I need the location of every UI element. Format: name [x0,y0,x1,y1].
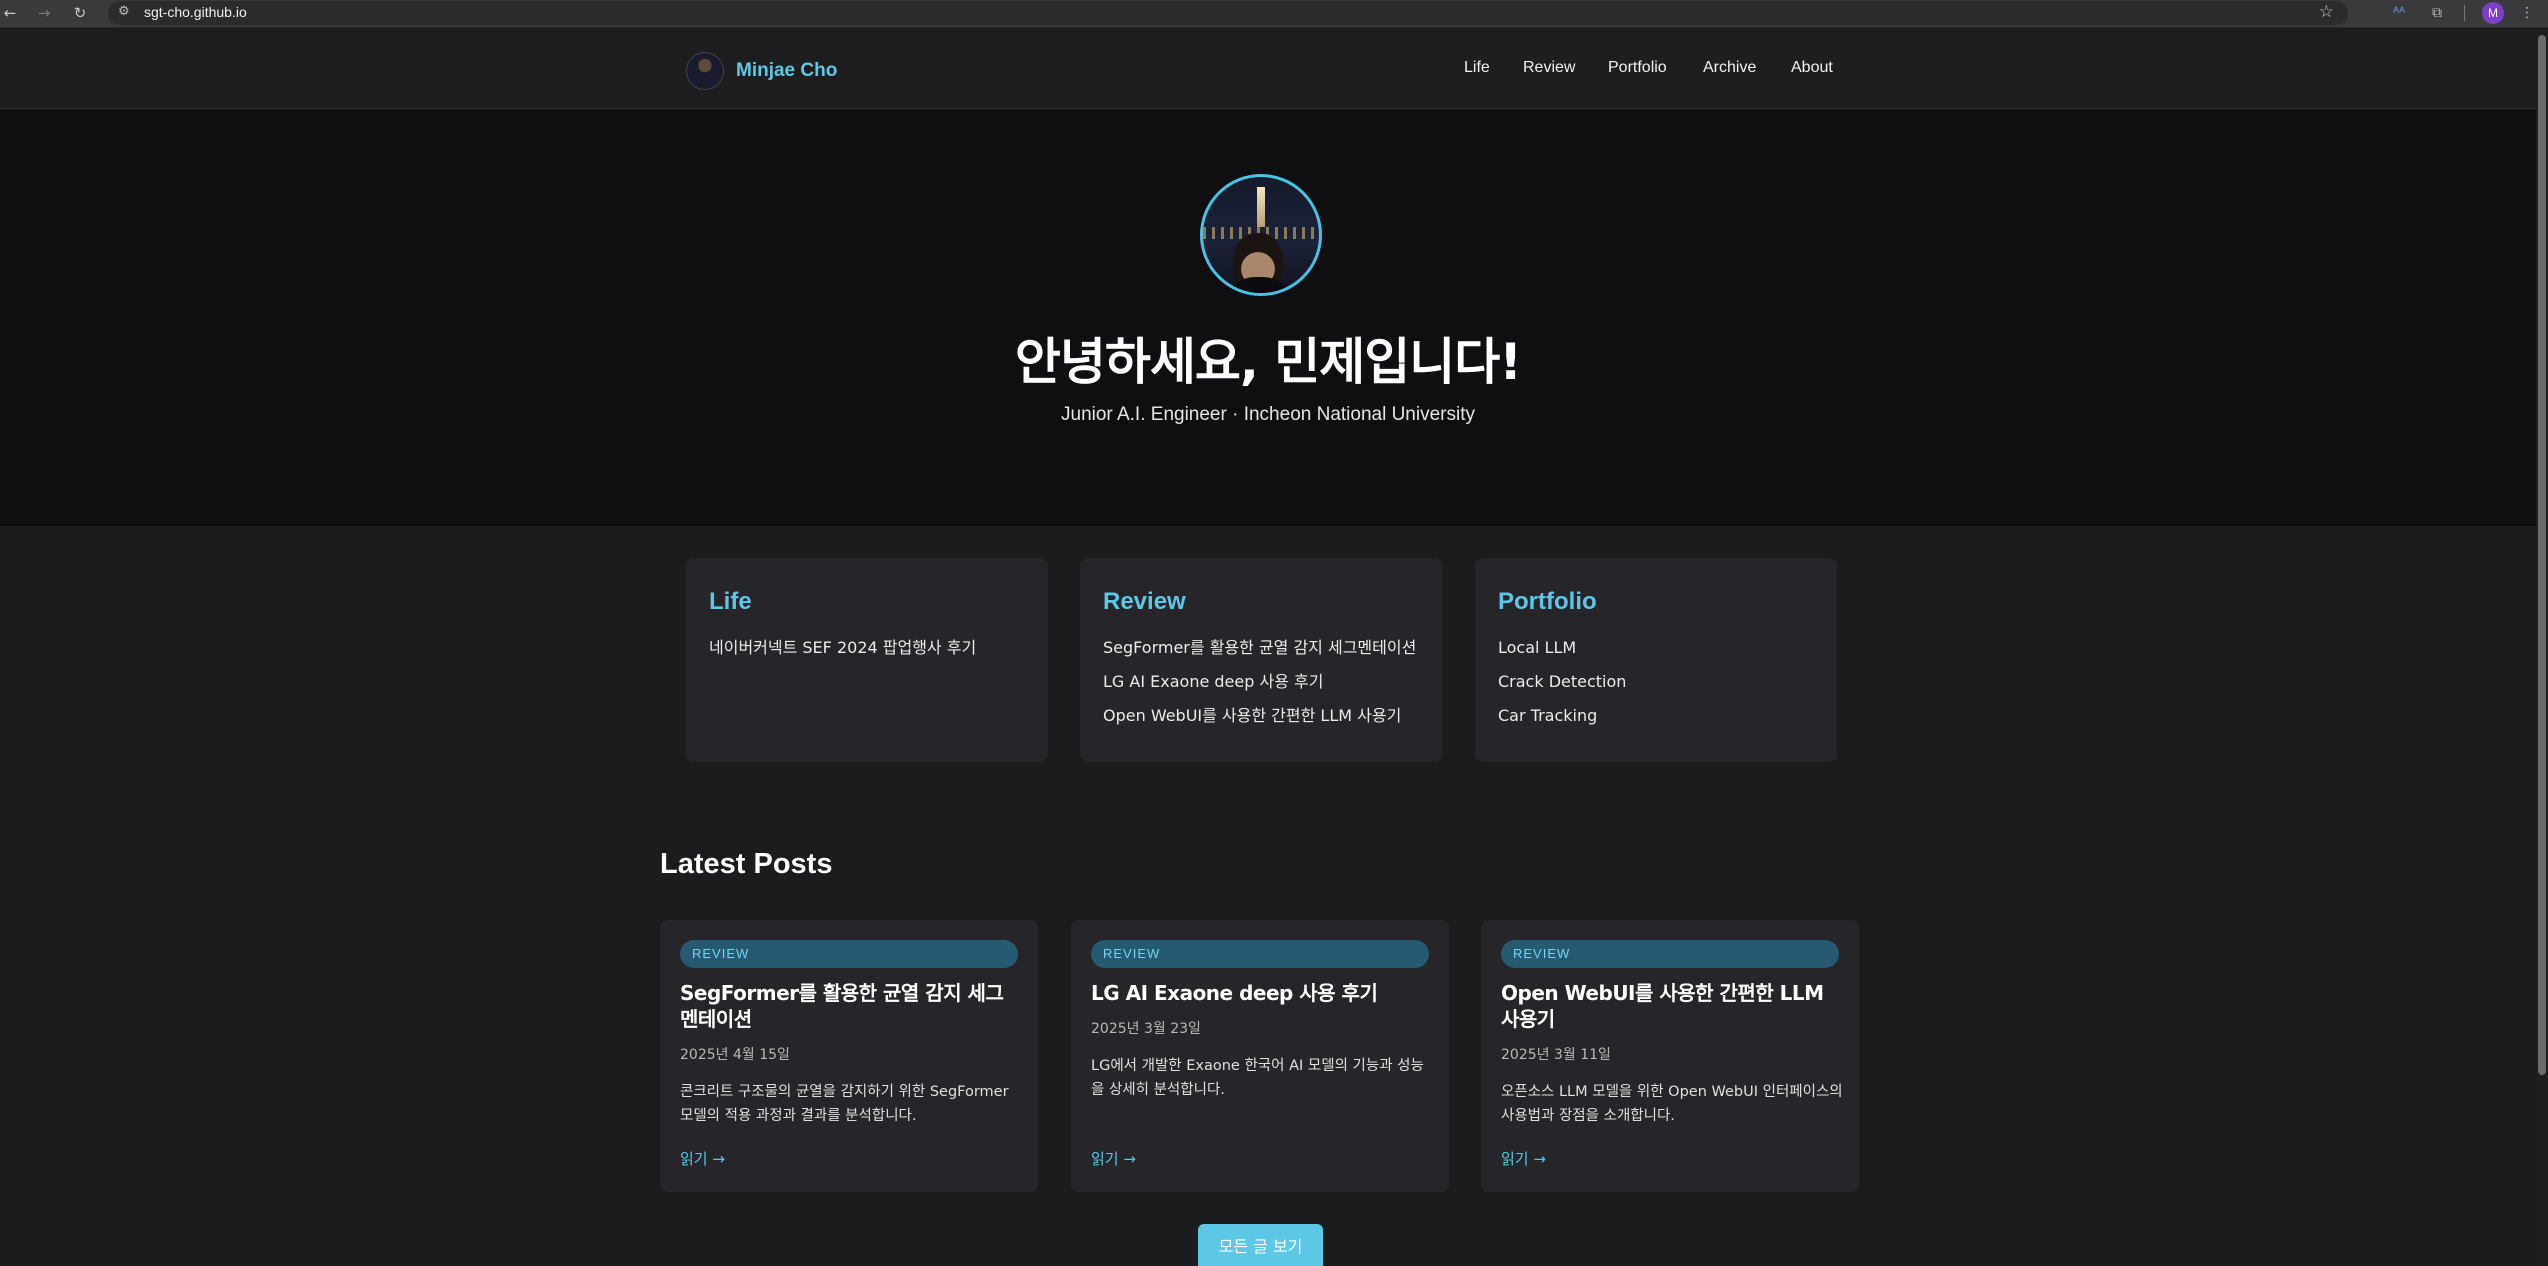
category-item[interactable]: Open WebUI를 사용한 간편한 LLM 사용기 [1103,706,1416,740]
translate-icon[interactable]: ᴬᴬ [2388,2,2410,24]
category-item[interactable]: LG AI Exaone deep 사용 후기 [1103,672,1416,706]
profile-photo [1200,174,1322,296]
hero-section: 안녕하세요, 민제입니다! Junior A.I. Engineer · Inc… [0,110,2536,526]
post-card[interactable]: REVIEW LG AI Exaone deep 사용 후기 2025년 3월 … [1071,920,1449,1192]
category-badge: REVIEW [680,940,1018,968]
hero-greeting: 안녕하세요, 민제입니다! [1014,333,1522,391]
reload-icon[interactable]: ↻ [70,3,90,23]
category-item[interactable]: SegFormer를 활용한 균열 감지 세그멘테이션 [1103,638,1416,672]
category-item[interactable]: Local LLM [1498,638,1626,672]
post-title[interactable]: SegFormer를 활용한 균열 감지 세그멘테이션 [680,980,1020,1032]
post-excerpt: 콘크리트 구조물의 균열을 감지하기 위한 SegFormer 모델의 적용 과… [680,1084,1009,1124]
post-excerpt: 오픈소스 LLM 모델을 위한 Open WebUI 인터페이스의 사용법과 장… [1501,1084,1843,1124]
category-list: 네이버커넥트 SEF 2024 팝업행사 후기 [709,638,976,672]
read-more-link[interactable]: 읽기 → [680,1148,725,1169]
category-item[interactable]: Crack Detection [1498,672,1626,706]
address-bar[interactable]: ⚙ sgt-cho.github.io ☆ [108,1,2348,25]
avatar [686,52,724,90]
nav-review[interactable]: Review [1523,59,1575,77]
extensions-icon[interactable]: ⧉ [2426,2,2448,24]
brand-name: Minjae Cho [736,60,838,81]
page-scrollbar[interactable] [2536,29,2548,1266]
url-text[interactable]: sgt-cho.github.io [144,4,247,20]
latest-posts-heading: Latest Posts [660,848,833,880]
scrollbar-thumb[interactable] [2538,35,2546,1075]
site-header: Minjae Cho Life Review Portfolio Archive… [0,29,2536,109]
nav-archive[interactable]: Archive [1703,59,1756,77]
category-title[interactable]: Portfolio [1498,588,1597,616]
post-title[interactable]: LG AI Exaone deep 사용 후기 [1091,980,1431,1006]
category-card-review: Review SegFormer를 활용한 균열 감지 세그멘테이션 LG AI… [1080,558,1442,762]
nav-about[interactable]: About [1791,59,1833,77]
hero-subtitle: Junior A.I. Engineer · Incheon National … [1061,404,1475,425]
site-settings-icon[interactable]: ⚙ [118,4,130,19]
view-all-posts-button[interactable]: 모든 글 보기 [1198,1224,1323,1266]
category-card-portfolio: Portfolio Local LLM Crack Detection Car … [1475,558,1837,762]
category-item[interactable]: Car Tracking [1498,706,1626,740]
profile-avatar[interactable]: M [2482,2,2504,24]
category-card-life: Life 네이버커넥트 SEF 2024 팝업행사 후기 [686,558,1048,762]
post-date: 2025년 3월 23일 [1091,1021,1201,1037]
brand-link[interactable]: Minjae Cho [686,51,837,91]
back-icon[interactable]: ← [0,3,20,23]
post-title[interactable]: Open WebUI를 사용한 간편한 LLM 사용기 [1501,980,1841,1032]
post-card[interactable]: REVIEW Open WebUI를 사용한 간편한 LLM 사용기 2025년… [1481,920,1859,1192]
browser-menu-icon[interactable]: ⋮ [2516,2,2538,24]
nav-life[interactable]: Life [1464,59,1490,77]
category-title[interactable]: Review [1103,588,1186,616]
category-list: Local LLM Crack Detection Car Tracking [1498,638,1626,740]
category-list: SegFormer를 활용한 균열 감지 세그멘테이션 LG AI Exaone… [1103,638,1416,740]
category-item[interactable]: 네이버커넥트 SEF 2024 팝업행사 후기 [709,638,976,672]
bookmark-star-icon[interactable]: ☆ [2319,2,2334,22]
category-badge: REVIEW [1091,940,1429,968]
toolbar-divider [2464,5,2465,21]
read-more-link[interactable]: 읽기 → [1501,1148,1546,1169]
read-more-link[interactable]: 읽기 → [1091,1148,1136,1169]
category-title[interactable]: Life [709,588,752,616]
post-excerpt: LG에서 개발한 Exaone 한국어 AI 모델의 기능과 성능을 상세히 분… [1091,1058,1424,1098]
post-date: 2025년 3월 11일 [1501,1047,1611,1063]
forward-icon[interactable]: → [34,3,54,23]
category-badge: REVIEW [1501,940,1839,968]
browser-toolbar: ← → ↻ ⚙ sgt-cho.github.io ☆ ᴬᴬ ⧉ M ⋮ [0,0,2548,28]
post-date: 2025년 4월 15일 [680,1047,790,1063]
nav-portfolio[interactable]: Portfolio [1608,59,1667,77]
post-card[interactable]: REVIEW SegFormer를 활용한 균열 감지 세그멘테이션 2025년… [660,920,1038,1192]
